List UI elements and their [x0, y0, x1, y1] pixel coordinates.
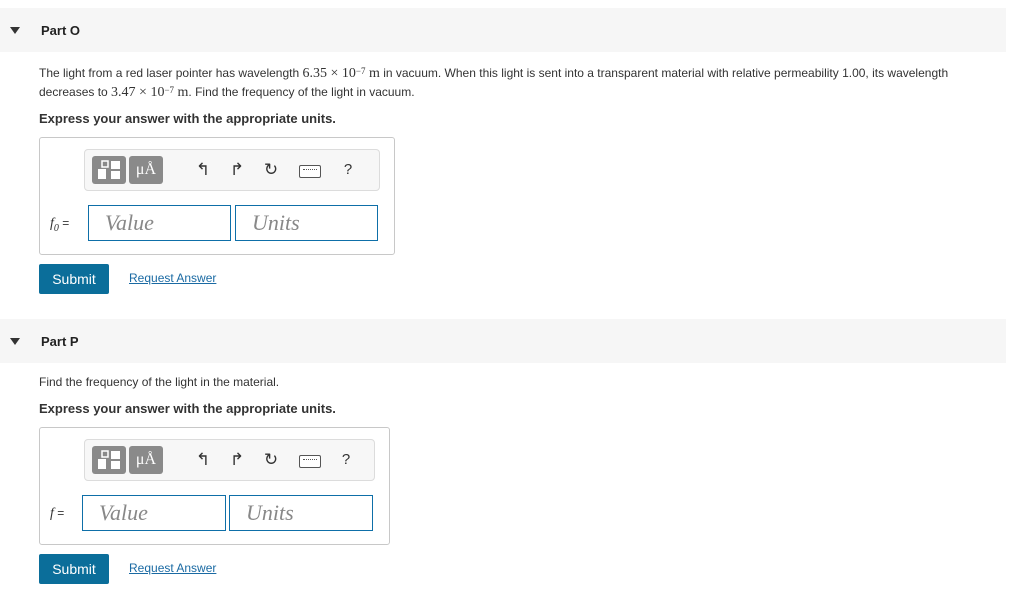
part-p-answer-box: μÅ ↰ ↱ ↻ ? f = Value Units	[39, 427, 390, 545]
part-o-submit-button[interactable]: Submit	[39, 264, 109, 294]
undo-icon[interactable]: ↰	[192, 158, 214, 182]
reset-icon[interactable]: ↻	[260, 158, 282, 182]
redo-icon[interactable]: ↱	[226, 158, 248, 182]
part-p-value-input[interactable]: Value	[82, 495, 226, 531]
part-p-title: Part P	[41, 334, 79, 349]
math-toolbar: μÅ ↰ ↱ ↻ ?	[84, 149, 380, 191]
templates-icon[interactable]	[92, 446, 126, 474]
help-icon[interactable]: ?	[337, 158, 359, 182]
keyboard-icon[interactable]	[299, 455, 321, 468]
collapse-triangle-icon[interactable]	[10, 27, 20, 34]
part-o-variable-label: f0 =	[50, 216, 70, 234]
collapse-triangle-icon[interactable]	[10, 338, 20, 345]
undo-icon[interactable]: ↰	[192, 448, 214, 472]
part-o-express-instructions: Express your answer with the appropriate…	[39, 111, 336, 126]
part-o-units-input[interactable]: Units	[235, 205, 378, 241]
math-toolbar: μÅ ↰ ↱ ↻ ?	[84, 439, 375, 481]
templates-icon[interactable]	[92, 156, 126, 184]
part-p-question: Find the frequency of the light in the m…	[39, 375, 280, 389]
part-p-variable-label: f =	[50, 506, 65, 521]
units-icon[interactable]: μÅ	[129, 156, 163, 184]
part-p-request-answer-link[interactable]: Request Answer	[129, 561, 216, 575]
part-o-request-answer-link[interactable]: Request Answer	[129, 271, 216, 285]
part-p-submit-button[interactable]: Submit	[39, 554, 109, 584]
help-icon[interactable]: ?	[335, 448, 357, 472]
part-o-header[interactable]: Part O	[0, 8, 1006, 52]
reset-icon[interactable]: ↻	[260, 448, 282, 472]
part-p-express-instructions: Express your answer with the appropriate…	[39, 401, 336, 416]
part-p-header[interactable]: Part P	[0, 319, 1006, 363]
part-o-value-input[interactable]: Value	[88, 205, 231, 241]
part-o-answer-box: μÅ ↰ ↱ ↻ ? f0 = Value Units	[39, 137, 395, 255]
part-o-title: Part O	[41, 23, 81, 38]
units-icon[interactable]: μÅ	[129, 446, 163, 474]
part-p-units-input[interactable]: Units	[229, 495, 373, 531]
part-o-question: The light from a red laser pointer has w…	[39, 66, 949, 100]
keyboard-icon[interactable]	[299, 165, 321, 178]
redo-icon[interactable]: ↱	[226, 448, 248, 472]
